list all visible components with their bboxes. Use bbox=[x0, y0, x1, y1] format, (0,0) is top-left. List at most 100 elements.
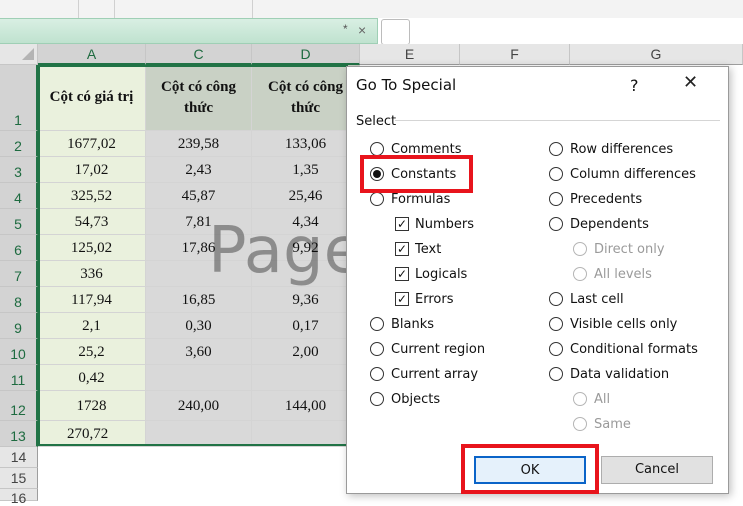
table-cell[interactable]: 125,02 bbox=[38, 235, 146, 261]
logicals-label[interactable]: Logicals bbox=[415, 267, 467, 282]
blanks-label[interactable]: Blanks bbox=[391, 317, 434, 332]
row-header[interactable]: 3 bbox=[0, 157, 38, 183]
table-cell[interactable]: 336 bbox=[38, 261, 146, 287]
table-cell[interactable]: 25,2 bbox=[38, 339, 146, 365]
column-header-a[interactable]: A bbox=[38, 44, 146, 65]
tab-segment[interactable] bbox=[0, 0, 79, 18]
table-cell[interactable]: 0,42 bbox=[38, 365, 146, 391]
objects-label[interactable]: Objects bbox=[391, 392, 440, 407]
dependents-radio[interactable] bbox=[549, 217, 563, 231]
data-validation-radio[interactable] bbox=[549, 367, 563, 381]
table-cell[interactable] bbox=[252, 365, 360, 391]
table-cell[interactable] bbox=[252, 421, 360, 447]
header-cell-c[interactable]: Cột có công thức bbox=[146, 65, 252, 131]
formulas-label[interactable]: Formulas bbox=[391, 192, 450, 207]
table-cell[interactable]: 133,06 bbox=[252, 131, 360, 157]
row-header[interactable]: 7 bbox=[0, 261, 38, 287]
errors-checkbox[interactable]: ✓ bbox=[395, 292, 409, 306]
last-cell-radio[interactable] bbox=[549, 292, 563, 306]
current-region-radio[interactable] bbox=[370, 342, 384, 356]
precedents-radio[interactable] bbox=[549, 192, 563, 206]
objects-radio[interactable] bbox=[370, 392, 384, 406]
table-cell[interactable]: 3,60 bbox=[146, 339, 252, 365]
table-cell[interactable]: 54,73 bbox=[38, 209, 146, 235]
table-cell[interactable]: 45,87 bbox=[146, 183, 252, 209]
visible-cells-only-label[interactable]: Visible cells only bbox=[570, 317, 677, 332]
group-divider bbox=[395, 120, 720, 121]
table-cell[interactable]: 16,85 bbox=[146, 287, 252, 313]
data-validation-label[interactable]: Data validation bbox=[570, 367, 669, 382]
table-cell[interactable]: 117,94 bbox=[38, 287, 146, 313]
new-tab-button[interactable] bbox=[381, 19, 410, 45]
table-cell[interactable] bbox=[146, 365, 252, 391]
close-tab-icon[interactable]: × bbox=[358, 22, 366, 38]
column-differences-radio[interactable] bbox=[549, 167, 563, 181]
row-header[interactable]: 13 bbox=[0, 421, 38, 447]
tab-segment[interactable] bbox=[114, 0, 253, 18]
conditional-formats-label[interactable]: Conditional formats bbox=[570, 342, 698, 357]
current-array-label[interactable]: Current array bbox=[391, 367, 478, 382]
row-header[interactable]: 9 bbox=[0, 313, 38, 339]
table-cell[interactable]: 25,46 bbox=[252, 183, 360, 209]
table-cell[interactable]: 1677,02 bbox=[38, 131, 146, 157]
logicals-checkbox[interactable]: ✓ bbox=[395, 267, 409, 281]
close-icon[interactable]: ✕ bbox=[683, 72, 698, 93]
current-array-radio[interactable] bbox=[370, 367, 384, 381]
table-cell[interactable]: 0,30 bbox=[146, 313, 252, 339]
help-button[interactable]: ? bbox=[630, 76, 639, 95]
errors-label[interactable]: Errors bbox=[415, 292, 453, 307]
column-header-g[interactable]: G bbox=[570, 44, 743, 65]
row-differences-radio[interactable] bbox=[549, 142, 563, 156]
table-cell[interactable]: 1,35 bbox=[252, 157, 360, 183]
column-differences-label[interactable]: Column differences bbox=[570, 167, 696, 182]
row-header[interactable]: 11 bbox=[0, 365, 38, 391]
numbers-checkbox[interactable]: ✓ bbox=[395, 217, 409, 231]
text-checkbox[interactable]: ✓ bbox=[395, 242, 409, 256]
table-cell[interactable]: 2,00 bbox=[252, 339, 360, 365]
tab-segment[interactable] bbox=[78, 0, 115, 18]
comments-radio[interactable] bbox=[370, 142, 384, 156]
column-header-d[interactable]: D bbox=[252, 44, 360, 65]
column-header-c[interactable]: C bbox=[146, 44, 252, 65]
current-region-label[interactable]: Current region bbox=[391, 342, 485, 357]
row-header[interactable]: 12 bbox=[0, 391, 38, 421]
table-cell[interactable]: 2,1 bbox=[38, 313, 146, 339]
formulas-radio[interactable] bbox=[370, 192, 384, 206]
row-header[interactable]: 1 bbox=[0, 65, 38, 131]
table-cell[interactable]: 2,43 bbox=[146, 157, 252, 183]
row-header[interactable]: 14 bbox=[0, 447, 38, 468]
table-cell[interactable]: 0,17 bbox=[252, 313, 360, 339]
dependents-label[interactable]: Dependents bbox=[570, 217, 649, 232]
table-cell[interactable]: 9,36 bbox=[252, 287, 360, 313]
conditional-formats-radio[interactable] bbox=[549, 342, 563, 356]
table-cell[interactable]: 325,52 bbox=[38, 183, 146, 209]
numbers-label[interactable]: Numbers bbox=[415, 217, 474, 232]
row-differences-label[interactable]: Row differences bbox=[570, 142, 673, 157]
visible-cells-only-radio[interactable] bbox=[549, 317, 563, 331]
row-header[interactable]: 16 bbox=[0, 489, 38, 506]
header-cell-d[interactable]: Cột có công thức bbox=[252, 65, 360, 131]
table-cell[interactable]: 17,02 bbox=[38, 157, 146, 183]
column-header-e[interactable]: E bbox=[360, 44, 460, 65]
row-header[interactable]: 8 bbox=[0, 287, 38, 313]
table-cell[interactable] bbox=[146, 421, 252, 447]
row-header[interactable]: 6 bbox=[0, 235, 38, 261]
table-cell[interactable]: 240,00 bbox=[146, 391, 252, 421]
row-header[interactable]: 5 bbox=[0, 209, 38, 235]
header-cell-a[interactable]: Cột có giá trị bbox=[38, 65, 146, 131]
text-label[interactable]: Text bbox=[415, 242, 441, 257]
row-header[interactable]: 4 bbox=[0, 183, 38, 209]
row-header[interactable]: 2 bbox=[0, 131, 38, 157]
column-header-f[interactable]: F bbox=[460, 44, 570, 65]
row-header[interactable]: 15 bbox=[0, 468, 38, 489]
table-cell[interactable]: 1728 bbox=[38, 391, 146, 421]
precedents-label[interactable]: Precedents bbox=[570, 192, 642, 207]
table-cell[interactable]: 270,72 bbox=[38, 421, 146, 447]
cancel-button[interactable]: Cancel bbox=[601, 456, 713, 484]
last-cell-label[interactable]: Last cell bbox=[570, 292, 624, 307]
blanks-radio[interactable] bbox=[370, 317, 384, 331]
workbook-tab[interactable] bbox=[0, 18, 378, 44]
table-cell[interactable]: 144,00 bbox=[252, 391, 360, 421]
row-header[interactable]: 10 bbox=[0, 339, 38, 365]
table-cell[interactable]: 239,58 bbox=[146, 131, 252, 157]
